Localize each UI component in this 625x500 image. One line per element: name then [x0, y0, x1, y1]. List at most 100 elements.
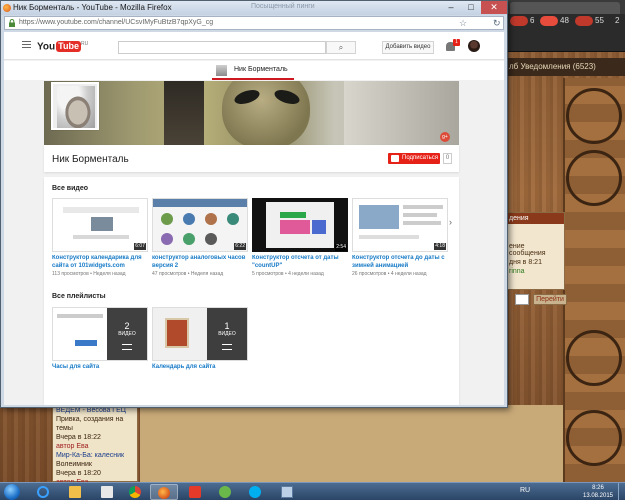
channel-avatar[interactable]	[51, 82, 99, 130]
video-title[interactable]: конструктор аналоговых часов версия 2	[152, 255, 248, 270]
upload-button[interactable]: Добавить видео	[382, 41, 434, 54]
playlist-title[interactable]: Часы для сайта	[52, 364, 148, 370]
url-text[interactable]: https://www.youtube.com/channel/UCsvIMyF…	[19, 19, 213, 26]
topic-time: Вчера в 18:20	[56, 470, 101, 477]
system-clock[interactable]: 8:26 13.08.2015	[580, 484, 616, 500]
video-item[interactable]: 4:18 Конструктор отсчета до даты с зимне…	[352, 198, 448, 277]
show-desktop-button[interactable]	[618, 483, 625, 500]
bookmark-star-icon[interactable]: ☆	[459, 18, 467, 29]
search-input[interactable]	[118, 41, 326, 54]
thumb-clock	[205, 213, 217, 225]
minimize-button[interactable]: –	[441, 1, 461, 14]
video-item[interactable]: 6:07 Конструктор календарика для сайта о…	[52, 198, 148, 277]
video-title[interactable]: Конструктор отсчета до даты с зимней ани…	[352, 255, 448, 270]
ornament-icon	[566, 410, 622, 466]
playlist-thumbnail[interactable]: 1 ВИДЕО	[152, 307, 248, 361]
thumb-clock	[205, 233, 217, 245]
playlist-icon	[222, 344, 232, 350]
taskbar-app-ie[interactable]	[30, 484, 58, 500]
video-title[interactable]: Конструктор отсчета от даты "countUP"	[252, 255, 348, 270]
thumb-detail	[280, 220, 310, 234]
inactive-tab[interactable]: Посыщенный пинги	[251, 3, 315, 10]
playlist-title[interactable]: Календарь для сайта	[152, 364, 248, 370]
tab-channel-home[interactable]: Ник Борменталь	[234, 66, 288, 73]
forum-jump-select[interactable]	[515, 294, 529, 305]
logo-region: RU	[81, 41, 89, 47]
topic-line: Волеимник	[56, 461, 92, 468]
video-item[interactable]: 6:22 конструктор аналоговых часов версия…	[152, 198, 248, 277]
video-thumbnail[interactable]: 6:07	[52, 198, 148, 252]
maximize-button[interactable]: □	[461, 1, 481, 14]
title-bar[interactable]: Ник Борменталь - YouTube - Mozilla Firef…	[1, 1, 507, 15]
thumb-detail	[63, 207, 139, 213]
taskbar-app-skype[interactable]	[242, 484, 270, 500]
video-meta: 26 просмотров • 4 недели назад	[352, 271, 427, 277]
language-indicator[interactable]: RU	[520, 487, 530, 494]
notification-icon[interactable]	[540, 16, 558, 26]
video-duration: 6:07	[134, 243, 146, 250]
taskbar-app-explorer[interactable]	[62, 484, 90, 500]
thumb-arrow	[75, 340, 97, 346]
tray-count: 6	[530, 16, 535, 25]
taskbar-app-media[interactable]	[94, 484, 122, 500]
topic-link[interactable]: Мир-Ка-Ба: калесник	[53, 451, 137, 460]
thumb-calendar	[165, 318, 189, 348]
mail-icon[interactable]	[510, 16, 528, 26]
playlist-video-label: ВИДЕО	[218, 331, 236, 337]
chrome-icon	[129, 486, 141, 498]
taskbar-app-yandex[interactable]	[182, 484, 210, 500]
all-playlists-heading[interactable]: Все плейлисты	[52, 293, 106, 300]
close-button[interactable]: ✕	[481, 1, 507, 14]
masthead: You Tube RU ⌕ Добавить видео 1	[4, 32, 504, 60]
message-icon[interactable]	[575, 16, 593, 26]
search-button[interactable]: ⌕	[326, 41, 356, 54]
url-bar[interactable]: https://www.youtube.com/channel/UCsvIMyF…	[4, 16, 504, 30]
windows-start-icon[interactable]	[4, 484, 20, 500]
video-item[interactable]: 2:54 Конструктор отсчета от даты "countU…	[252, 198, 348, 277]
side-box-user-link[interactable]: rinna	[506, 267, 564, 276]
banner-door	[164, 81, 204, 145]
background-tab[interactable]	[510, 2, 620, 14]
forum-notifications-link[interactable]: лб Уведомления (6523)	[505, 58, 625, 76]
carousel-next-icon[interactable]: ›	[449, 217, 452, 227]
thumb-detail	[57, 314, 103, 318]
google-plus-icon[interactable]: g+	[440, 132, 450, 142]
firefox-icon	[3, 4, 11, 12]
youtube-logo[interactable]: You Tube RU	[37, 41, 88, 53]
playlist-video-count: 1	[224, 321, 230, 331]
avatar-portrait	[57, 86, 95, 128]
taskbar-app-window[interactable]	[274, 484, 302, 500]
thumb-clock	[183, 213, 195, 225]
taskbar-app-utorrent[interactable]	[212, 484, 240, 500]
firefox-window: Ник Борменталь - YouTube - Mozilla Firef…	[0, 0, 508, 408]
video-title[interactable]: Конструктор календарика для сайта от 101…	[52, 255, 148, 270]
thumb-detail	[73, 235, 129, 239]
ornament-icon	[566, 150, 622, 206]
subscriber-count: 0	[443, 153, 452, 164]
video-thumbnail[interactable]: 4:18	[352, 198, 448, 252]
taskbar-app-firefox[interactable]	[150, 484, 178, 500]
thumb-clock	[161, 213, 173, 225]
topic-line: темы	[56, 425, 73, 432]
guide-menu-icon[interactable]	[22, 41, 31, 48]
clock-time: 8:26	[592, 485, 604, 491]
playlist-video-label: ВИДЕО	[118, 331, 136, 337]
channel-content: Все видео 6:07 Конструктор календарика д…	[44, 177, 459, 405]
playlist-item[interactable]: 2 ВИДЕО Часы для сайта	[52, 307, 148, 370]
subscribe-button[interactable]: Подписаться	[388, 153, 440, 164]
video-thumbnail[interactable]: 6:22	[152, 198, 248, 252]
taskbar-app-chrome[interactable]	[122, 484, 150, 500]
side-box-header: дения	[506, 213, 564, 224]
thumb-detail	[359, 235, 419, 239]
thumb-clock	[183, 233, 195, 245]
reload-icon[interactable]: ↻	[493, 18, 501, 29]
playlist-item[interactable]: 1 ВИДЕО Календарь для сайта	[152, 307, 248, 370]
video-thumbnail[interactable]: 2:54	[252, 198, 348, 252]
playlist-thumbnail[interactable]: 2 ВИДЕО	[52, 307, 148, 361]
forum-jump-button[interactable]: Перейти	[533, 294, 567, 305]
side-box-line: ение сообщения	[509, 243, 546, 257]
topic-author[interactable]: автор Ева	[53, 442, 137, 451]
thumb-detail	[280, 212, 306, 218]
account-avatar[interactable]	[468, 40, 480, 52]
all-videos-heading[interactable]: Все видео	[52, 185, 88, 192]
